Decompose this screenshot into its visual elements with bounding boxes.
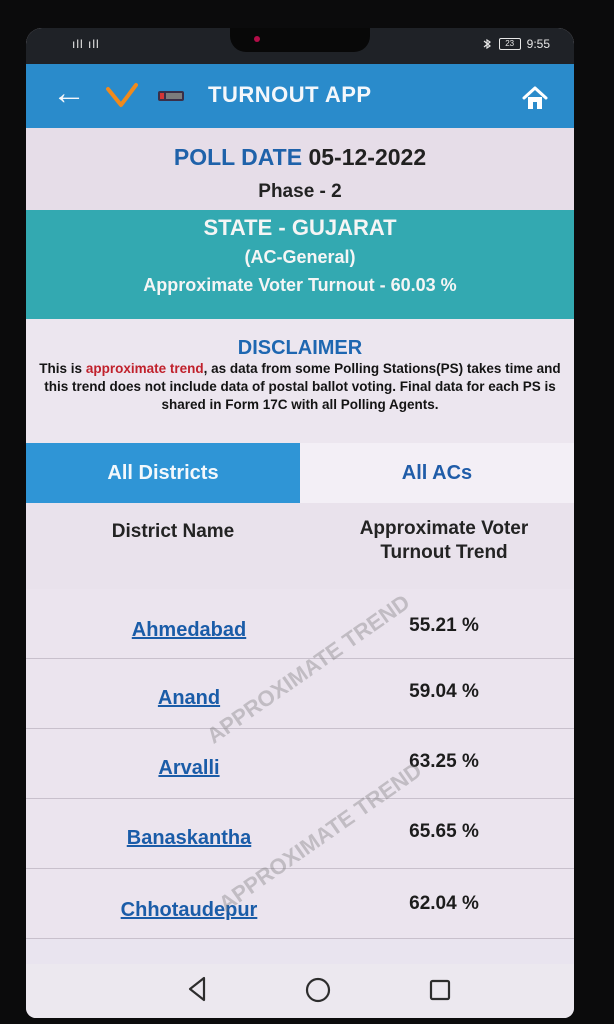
nav-back-icon[interactable] (184, 974, 210, 1004)
phone-screen: ıll ıll 23 9:55 ← TURNOUT APP POLL DATE (26, 28, 574, 1018)
tab-all-districts[interactable]: All Districts (26, 443, 300, 503)
disclaimer-highlight: approximate trend (85, 361, 204, 376)
district-ac-tabs: All Districts All ACs (26, 443, 574, 503)
disclaimer-title: DISCLAIMER (237, 337, 363, 359)
state-name: STATE - GUJARAT (203, 215, 397, 240)
turnout-value: 55.21 % (409, 615, 479, 636)
poll-date: POLL DATE 05-12-2022 (26, 144, 574, 171)
district-link[interactable]: Banaskantha (64, 827, 314, 850)
turnout-value: 63.25 % (409, 751, 479, 772)
turnout-value: 59.04 % (409, 681, 479, 702)
back-arrow-icon[interactable]: ← (52, 76, 86, 110)
turnout-value: 62.04 % (409, 893, 479, 914)
app-title: TURNOUT APP (208, 82, 372, 107)
state-summary: STATE - GUJARAT (AC-General) Approximate… (26, 210, 574, 319)
phase-label: Phase - 2 (258, 181, 342, 202)
turnout-trend-header: Approximate Voter Turnout Trend (359, 518, 529, 563)
table-row: Anand 59.04 % (26, 659, 574, 729)
poll-info: POLL DATE 05-12-2022 Phase - 2 (26, 128, 574, 210)
home-icon[interactable] (520, 84, 550, 114)
disclaimer-text: This is approximate trend, as data from … (28, 360, 572, 414)
district-link[interactable]: Ahmedabad (64, 619, 314, 642)
turnout-summary: Approximate Voter Turnout - 60.03 % (143, 275, 457, 295)
poll-date-value: 05-12-2022 (308, 144, 427, 170)
bluetooth-icon (483, 38, 491, 50)
poll-date-label: POLL DATE (173, 144, 303, 170)
turnout-value: 65.65 % (409, 821, 479, 842)
district-link[interactable]: Chhotaudepur (64, 899, 314, 922)
table-header: District Name Approximate Voter Turnout … (26, 503, 574, 590)
camera-notch (230, 28, 370, 52)
nav-recent-apps-icon[interactable] (426, 976, 454, 1004)
voter-logo-icon (106, 83, 138, 107)
disclaimer-text-start: This is (39, 361, 86, 376)
signal-icons: ıll ıll (72, 37, 100, 51)
status-time: 9:55 (526, 37, 550, 51)
ac-type: (AC-General) (244, 247, 356, 267)
district-table: Ahmedabad 55.21 % Anand 59.04 % Arvalli … (26, 589, 574, 939)
nav-home-icon[interactable] (304, 976, 332, 1004)
tab-all-acs[interactable]: All ACs (300, 443, 574, 503)
district-link[interactable]: Anand (64, 687, 314, 710)
table-row: Chhotaudepur 62.04 % (26, 869, 574, 939)
system-navigation-bar (26, 964, 574, 1018)
status-bar: ıll ıll 23 9:55 (26, 28, 574, 64)
table-row: Ahmedabad 55.21 % (26, 589, 574, 659)
table-row: Banaskantha 65.65 % (26, 799, 574, 869)
camera-indicator-icon (254, 36, 260, 42)
status-right: 23 9:55 (481, 37, 550, 51)
battery-icon: 23 (498, 38, 521, 50)
evm-machine-icon (158, 91, 184, 101)
disclaimer: DISCLAIMER This is approximate trend, as… (26, 319, 574, 443)
app-bar: ← TURNOUT APP (26, 64, 574, 128)
district-name-header: District Name (111, 521, 235, 542)
table-row: Arvalli 63.25 % (26, 729, 574, 799)
district-link[interactable]: Arvalli (64, 757, 314, 780)
